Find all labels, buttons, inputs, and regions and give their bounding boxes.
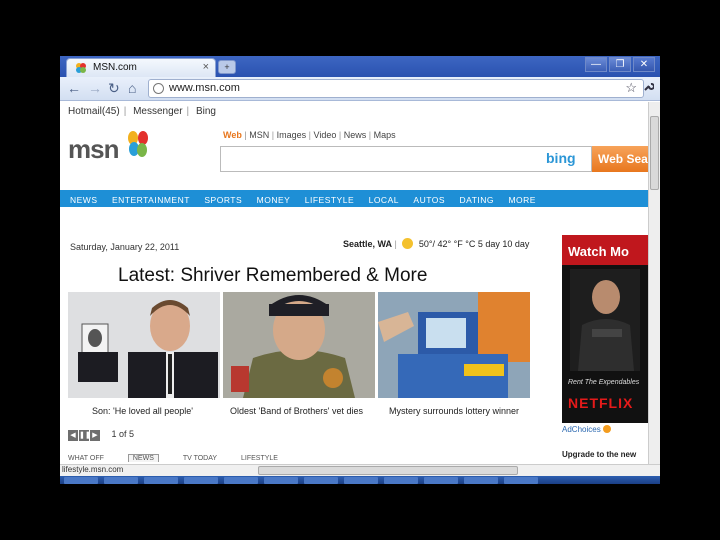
news-photo-veteran[interactable] bbox=[223, 292, 375, 398]
adchoices-icon bbox=[602, 425, 611, 433]
address-text: www.msn.com bbox=[169, 82, 240, 94]
news-photo-lottery[interactable] bbox=[378, 292, 530, 398]
globe-icon bbox=[153, 83, 164, 94]
nav-money[interactable]: MONEY bbox=[257, 191, 291, 205]
taskbar-button[interactable] bbox=[104, 477, 138, 484]
taskbar-button[interactable] bbox=[384, 477, 418, 484]
msn-favicon-icon bbox=[76, 63, 86, 73]
netflix-logo: NETFLIX bbox=[568, 395, 634, 411]
back-icon[interactable]: ← bbox=[67, 80, 81, 96]
home-icon[interactable]: ⌂ bbox=[128, 80, 136, 96]
browser-toolbar: ← → ↻ ⌂ www.msn.com ☆ bbox=[60, 77, 660, 101]
status-bar: lifestyle.msn.com bbox=[60, 464, 660, 476]
taskbar-button[interactable] bbox=[464, 477, 498, 484]
search-tab-msn[interactable]: MSN bbox=[249, 130, 269, 140]
bing-link[interactable]: Bing bbox=[196, 106, 216, 117]
search-tab-news[interactable]: News bbox=[344, 130, 367, 140]
maximize-button[interactable]: ❐ bbox=[609, 57, 631, 72]
taskbar-button[interactable] bbox=[264, 477, 298, 484]
taskbar-button[interactable] bbox=[504, 477, 538, 484]
bookmark-star-icon[interactable]: ☆ bbox=[625, 80, 637, 96]
content-tabs: WHAT OFF NEWS TV TODAY LIFESTYLE bbox=[68, 454, 300, 462]
tab-tv-today[interactable]: TV TODAY bbox=[183, 455, 217, 462]
tab-title: MSN.com bbox=[93, 62, 137, 73]
photo-caption[interactable]: Son: 'He loved all people' bbox=[92, 406, 193, 416]
taskbar-button[interactable] bbox=[304, 477, 338, 484]
web-search-button[interactable]: Web Sea bbox=[592, 146, 648, 172]
tab-lifestyle[interactable]: LIFESTYLE bbox=[241, 455, 278, 462]
weather-widget: Seattle, WA | 50°/ 42° °F °C 5 day 10 da… bbox=[343, 238, 530, 249]
horizontal-scroll-thumb[interactable] bbox=[258, 466, 518, 475]
taskbar-button[interactable] bbox=[224, 477, 258, 484]
nav-lifestyle[interactable]: LIFESTYLE bbox=[305, 191, 354, 205]
sun-icon bbox=[402, 238, 414, 249]
taskbar bbox=[60, 476, 660, 484]
search-tab-web[interactable]: Web bbox=[223, 130, 242, 140]
tab-close-icon[interactable]: × bbox=[203, 61, 209, 73]
date-label: Saturday, January 22, 2011 bbox=[70, 242, 180, 252]
headline[interactable]: Latest: Shriver Remembered & More bbox=[118, 265, 427, 287]
taskbar-button[interactable] bbox=[184, 477, 218, 484]
taskbar-button[interactable] bbox=[64, 477, 98, 484]
nav-autos[interactable]: AUTOS bbox=[413, 191, 445, 205]
bing-logo: bing bbox=[546, 150, 576, 166]
news-photo-speaker[interactable] bbox=[68, 292, 220, 398]
nav-local[interactable]: LOCAL bbox=[369, 191, 399, 205]
hotmail-link[interactable]: Hotmail(45) bbox=[68, 106, 120, 117]
nav-sports[interactable]: SPORTS bbox=[204, 191, 242, 205]
taskbar-button[interactable] bbox=[344, 477, 378, 484]
pause-slide-button[interactable]: ❚❚ bbox=[79, 430, 91, 441]
taskbar-button[interactable] bbox=[424, 477, 458, 484]
search-scope-tabs: Web | MSN | Images | Video | News | Maps bbox=[223, 130, 396, 140]
ad-rent-text: Rent The Expendables bbox=[568, 379, 640, 386]
wrench-icon[interactable] bbox=[643, 81, 655, 95]
msn-butterfly-icon bbox=[128, 131, 148, 157]
weather-city[interactable]: Seattle, WA bbox=[343, 239, 392, 249]
address-bar[interactable]: www.msn.com ☆ bbox=[148, 79, 644, 98]
taskbar-button[interactable] bbox=[144, 477, 178, 484]
nav-dating[interactable]: DATING bbox=[460, 191, 494, 205]
msn-top-links: Hotmail(45) | Messenger | Bing bbox=[68, 106, 216, 117]
upgrade-promo[interactable]: Upgrade to the new bbox=[562, 450, 636, 459]
vertical-scroll-thumb[interactable] bbox=[650, 116, 659, 190]
minimize-button[interactable]: — bbox=[585, 57, 607, 72]
new-tab-button[interactable]: + bbox=[218, 60, 236, 74]
nav-entertainment[interactable]: ENTERTAINMENT bbox=[112, 191, 190, 205]
close-window-button[interactable]: ✕ bbox=[633, 57, 655, 72]
vertical-scrollbar[interactable] bbox=[648, 102, 660, 464]
weather-forecast[interactable]: 5 day 10 day bbox=[478, 239, 530, 249]
weather-temp[interactable]: 50°/ 42° °F °C bbox=[419, 239, 475, 249]
ad-actor-image bbox=[570, 269, 640, 371]
messenger-link[interactable]: Messenger bbox=[133, 106, 182, 117]
adchoices-label: AdChoices bbox=[562, 425, 601, 434]
search-tab-video[interactable]: Video bbox=[313, 130, 336, 140]
tab-what-off[interactable]: WHAT OFF bbox=[68, 455, 104, 462]
tab-strip: MSN.com × + — ❐ ✕ bbox=[60, 56, 660, 77]
forward-icon[interactable]: → bbox=[88, 80, 102, 96]
prev-slide-button[interactable]: ◀ bbox=[68, 430, 78, 441]
netflix-ad[interactable]: Watch Mo Rent The Expendables NETFLIX bbox=[562, 235, 648, 423]
photo-caption[interactable]: Oldest 'Band of Brothers' vet dies bbox=[230, 406, 363, 416]
ad-headline: Watch Mo bbox=[562, 235, 648, 265]
main-navigation: NEWS ENTERTAINMENT SPORTS MONEY LIFESTYL… bbox=[60, 190, 648, 207]
nav-more[interactable]: MORE bbox=[508, 191, 536, 205]
next-slide-button[interactable]: ▶ bbox=[90, 430, 100, 441]
search-input[interactable] bbox=[220, 146, 592, 172]
nav-news[interactable]: NEWS bbox=[70, 191, 98, 205]
reload-icon[interactable]: ↻ bbox=[108, 80, 120, 97]
browser-window: MSN.com × + — ❐ ✕ ← → ↻ ⌂ www.msn.com ☆ … bbox=[60, 56, 660, 484]
search-tab-images[interactable]: Images bbox=[277, 130, 307, 140]
photo-caption[interactable]: Mystery surrounds lottery winner bbox=[389, 406, 519, 416]
slideshow-pager: ◀ ❚❚ ▶ 1 of 5 bbox=[68, 424, 134, 441]
msn-logo[interactable]: msn bbox=[68, 134, 119, 165]
tab-news[interactable]: NEWS bbox=[127, 454, 159, 462]
search-tab-maps[interactable]: Maps bbox=[374, 130, 396, 140]
status-url: lifestyle.msn.com bbox=[62, 465, 124, 474]
web-page: Hotmail(45) | Messenger | Bing msn Web | M… bbox=[60, 102, 648, 464]
adchoices-link[interactable]: AdChoices bbox=[562, 425, 611, 434]
slide-count: 1 of 5 bbox=[111, 429, 134, 439]
tab-msn[interactable]: MSN.com × bbox=[66, 58, 216, 77]
